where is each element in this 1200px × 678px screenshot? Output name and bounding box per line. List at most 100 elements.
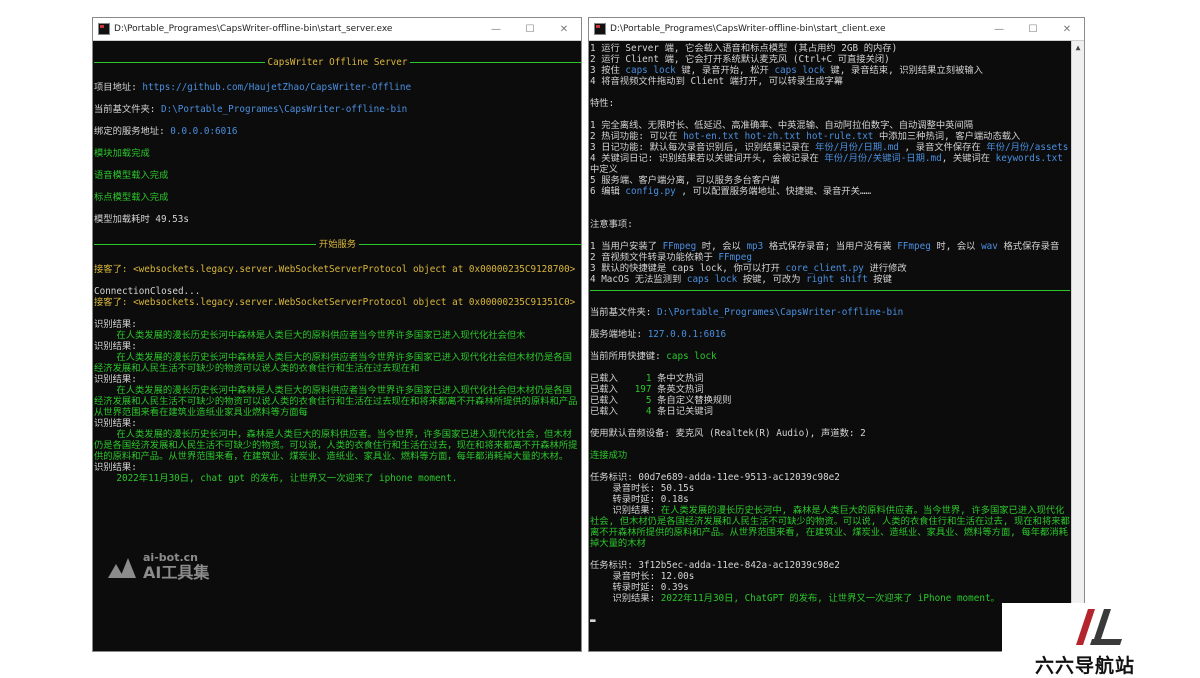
server-output-line: 识别结果: <box>94 374 581 385</box>
console-text-segment: 语音模型载入完成 <box>94 170 169 181</box>
console-text-segment: 时, 会以 <box>696 241 747 252</box>
console-text-segment: 在人类发展的漫长历史长河中, 森林是人类巨大的原料供应者。当今世界, 许多国家已… <box>590 505 1070 549</box>
client-output-line: 任务标识: 3f12b5ec-adda-11ee-842a-ac12039c98… <box>590 560 1072 571</box>
ai-bot-watermark: ai-bot.cn AI工具集 <box>108 552 209 582</box>
server-output-line: 接客了: <websockets.legacy.server.WebSocket… <box>94 297 581 308</box>
client-scrollbar[interactable]: ▲ ▼ <box>1071 41 1084 651</box>
liuliu-logo-icon <box>1076 609 1122 645</box>
console-text-segment: 2 运行 Client 端, 它会打开系统默认麦克风 (Ctrl+C 可直接关闭… <box>590 54 890 65</box>
console-text-segment: mp3 <box>746 241 764 252</box>
server-output-line: 在人类发展的漫长历史长河中森林是人类巨大的原料供应者当今世界许多国家已进入现代化… <box>94 330 581 341</box>
console-text-segment: 条自定义替换规则 <box>651 395 732 406</box>
client-output-line: 服务端地址: 127.0.0.1:6016 <box>590 329 1072 340</box>
console-text-segment: 已载入 <box>590 406 624 417</box>
client-output-line: 4 将音视频文件拖动到 Client 端打开, 可以转录生成字幕 <box>590 76 1072 87</box>
console-text-segment: 4 关键词日记: 识别结果若以关键词开头, 会被记录在 <box>590 153 825 164</box>
scroll-up-icon[interactable]: ▲ <box>1072 43 1084 52</box>
client-console-output[interactable]: 1 运行 Server 端, 它会载入语音和标点模型 (其占用约 2GB 的内存… <box>589 41 1072 651</box>
console-text-segment: 转录时延: 0.18s <box>590 494 689 505</box>
console-text-segment: 127.0.0.1:6016 <box>647 329 727 340</box>
console-text-segment: 已载入 <box>590 395 624 406</box>
console-text-segment: 进行修改 <box>863 263 907 274</box>
server-output-line: 在人类发展的漫长历史长河中森林是人类巨大的原料供应者当今世界许多国家已进入现代化… <box>94 352 581 374</box>
client-output-line: 4 关键词日记: 识别结果若以关键词开头, 会被记录在 年份/月份/关键词-日期… <box>590 153 1072 175</box>
console-text-segment: 时, 会以 <box>930 241 982 252</box>
close-icon[interactable]: ✕ <box>547 24 581 35</box>
client-output-line: 特性: <box>590 98 1072 109</box>
close-icon[interactable]: ✕ <box>1050 24 1084 35</box>
server-output-line: 识别结果: <box>94 462 581 473</box>
server-blank-line <box>94 253 581 264</box>
console-text-segment: 1 完全离线、无限时长、低延迟、高准确率、中英混输、自动阿拉伯数字、自动调整中英… <box>590 120 974 131</box>
client-title-bar[interactable]: D:\Portable_Programes\CapsWriter-offline… <box>589 18 1084 41</box>
console-text-segment: 2022年11月30日, ChatGPT 的发布, 让世界又一次迎来了 iPho… <box>660 593 1000 604</box>
console-text-segment: 注意事项: <box>590 219 633 230</box>
client-console-window[interactable]: D:\Portable_Programes\CapsWriter-offline… <box>588 17 1085 652</box>
console-text-segment: 识别结果: <box>590 593 661 604</box>
server-blank-line <box>94 181 581 192</box>
client-output-line: 注意事项: <box>590 219 1072 230</box>
server-output-line: 绑定的服务地址: 0.0.0.0:6016 <box>94 126 581 137</box>
server-title-bar[interactable]: D:\Portable_Programes\CapsWriter-offline… <box>93 18 581 41</box>
console-text-segment: ConnectionClosed... <box>94 286 201 297</box>
console-text-segment: 识别结果: <box>94 462 137 473</box>
console-text-segment: 连接成功 <box>590 450 628 461</box>
console-text-segment: config.py <box>625 186 676 197</box>
server-blank-line <box>94 275 581 286</box>
minimize-icon[interactable]: — <box>479 24 513 35</box>
console-text-segment: 使用默认音频设备: 麦克风 (Realtek(R) Audio), 声道数: 2 <box>590 428 866 439</box>
section-header-label: CapsWriter Offline Server <box>267 57 408 68</box>
console-text-segment: 5 <box>623 395 652 406</box>
console-text-segment: , 关键词在 <box>941 153 996 164</box>
client-blank-line <box>590 461 1072 472</box>
console-text-segment: 模型加载耗时 49.53s <box>94 214 189 225</box>
liuliu-watermark: 六六导航站 <box>1002 603 1200 677</box>
console-text-segment: core_client.py <box>785 263 864 274</box>
watermark-brand: AI工具集 <box>143 563 210 582</box>
client-blank-line <box>590 296 1072 307</box>
server-output-line: 在人类发展的漫长历史长河中，森林是人类巨大的原料供应者。当今世界，许多国家已进入… <box>94 429 581 462</box>
console-text-segment: 识别结果: <box>590 505 661 516</box>
minimize-icon[interactable]: — <box>982 24 1016 35</box>
client-output-line: 已载入 197 条英文热词 <box>590 384 1072 395</box>
console-text-segment: keywords.txt <box>995 153 1063 164</box>
console-text-segment: 已载入 <box>590 373 624 384</box>
server-output-line: ConnectionClosed... <box>94 286 581 297</box>
maximize-icon[interactable]: ☐ <box>513 24 547 35</box>
console-text-segment: 4 MacOS 无法监测到 <box>590 274 687 285</box>
client-blank-line <box>590 340 1072 351</box>
client-output-line: 2 运行 Client 端, 它会打开系统默认麦克风 (Ctrl+C 可直接关闭… <box>590 54 1072 65</box>
server-output-line: 模型加载耗时 49.53s <box>94 214 581 225</box>
client-blank-line <box>590 439 1072 450</box>
console-text-segment: 4 将音视频文件拖动到 Client 端打开, 可以转录生成字幕 <box>590 76 844 87</box>
client-output-line: 3 默认的快捷键是 caps lock, 你可以打开 core_client.p… <box>590 263 1072 274</box>
client-blank-line <box>590 230 1072 241</box>
client-output-line: 6 编辑 config.py , 可以配置服务端地址、快捷键、录音开关…… <box>590 186 1072 197</box>
server-output-line: 标点模型载入完成 <box>94 192 581 203</box>
server-output-line: 识别结果: <box>94 319 581 330</box>
console-text-segment: 6 编辑 <box>590 186 626 197</box>
console-text-segment: 在人类发展的漫长历史长河中森林是人类巨大的原料供应者当今世界许多国家已进入现代化… <box>94 352 572 374</box>
maximize-icon[interactable]: ☐ <box>1016 24 1050 35</box>
console-text-segment: , 可以配置服务端地址、快捷键、录音开关…… <box>675 186 872 197</box>
client-blank-line <box>590 109 1072 120</box>
console-text-segment: caps lock <box>774 65 825 76</box>
console-text-segment: 条中文热词 <box>651 373 704 384</box>
console-text-segment: 年份/月份/关键词-日期.md <box>824 153 942 164</box>
console-text-segment: 2022年11月30日, chat gpt 的发布, 让世界又一次迎来了 iph… <box>94 473 458 484</box>
client-divider <box>590 290 1070 291</box>
server-blank-line <box>94 225 581 236</box>
client-output-line: 录音时长: 12.00s <box>590 571 1072 582</box>
client-blank-line <box>590 197 1072 219</box>
liuliu-label: 六六导航站 <box>1035 655 1136 677</box>
console-text-segment: 1 运行 Server 端, 它会载入语音和标点模型 (其占用约 2GB 的内存… <box>590 43 898 54</box>
client-blank-line <box>590 362 1072 373</box>
console-text-segment: caps lock <box>625 65 676 76</box>
console-text-segment: 3 按住 <box>590 65 626 76</box>
client-blank-line <box>590 318 1072 329</box>
client-window-title: D:\Portable_Programes\CapsWriter-offline… <box>610 24 886 34</box>
client-output-line: 转录时延: 0.39s <box>590 582 1072 593</box>
client-output-line: 2 音视频文件转录功能依赖于 FFmpeg <box>590 252 1072 263</box>
server-blank-line <box>94 43 581 54</box>
console-text-segment: 已载入 <box>590 384 624 395</box>
